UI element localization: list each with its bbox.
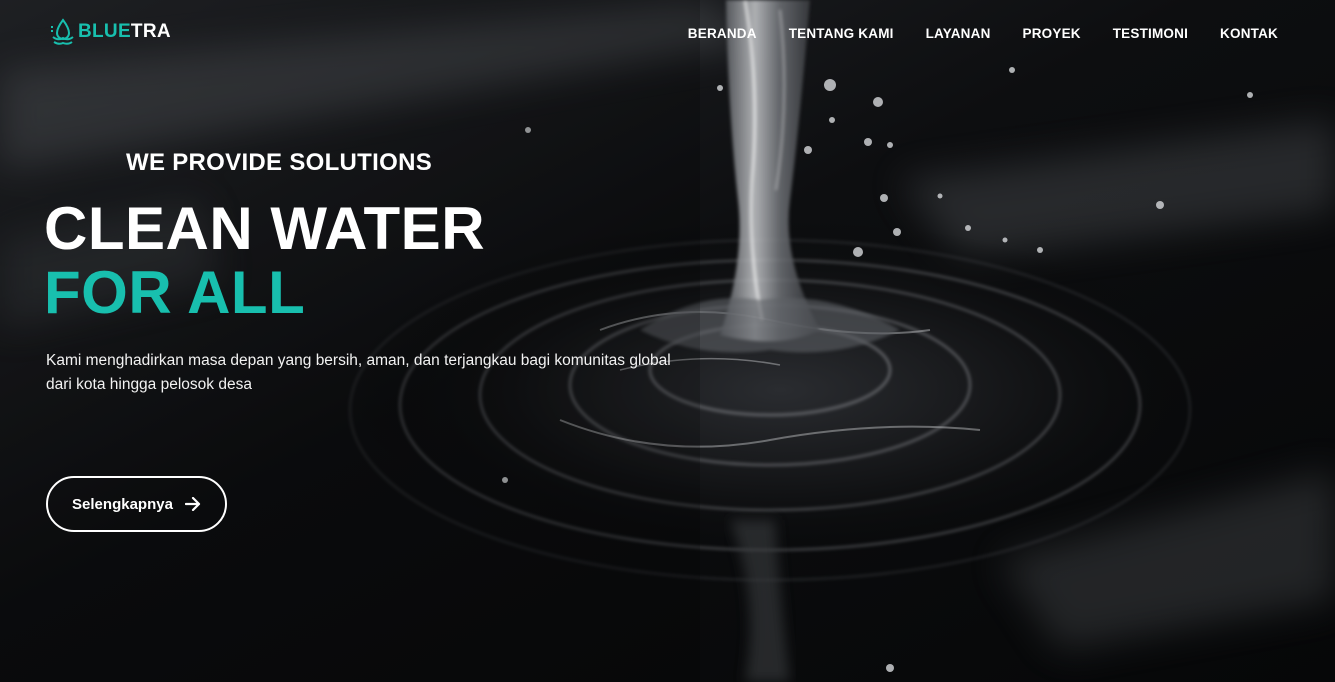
brand-name-part1: BLUE: [78, 21, 131, 42]
nav-item-kontak[interactable]: KONTAK: [1220, 26, 1278, 41]
nav-item-beranda[interactable]: BERANDA: [688, 26, 757, 41]
brand-name-part2: TRA: [130, 21, 171, 42]
hero-title-line1: CLEAN WATER: [44, 195, 486, 262]
nav-item-proyek[interactable]: PROYEK: [1023, 26, 1081, 41]
nav-item-layanan[interactable]: LAYANAN: [926, 26, 991, 41]
brand-name: BLUETRA: [78, 21, 171, 43]
arrow-right-icon: [184, 497, 201, 511]
hero-title-line2: FOR ALL: [44, 259, 306, 326]
nav-item-tentang-kami[interactable]: TENTANG KAMI: [789, 26, 894, 41]
hero-subheading: WE PROVIDE SOLUTIONS: [126, 149, 433, 176]
hero-description: Kami menghadirkan masa depan yang bersih…: [46, 352, 671, 393]
nav-item-testimoni[interactable]: TESTIMONI: [1113, 26, 1188, 41]
main-navigation: BERANDA TENTANG KAMI LAYANAN PROYEK TEST…: [688, 26, 1278, 41]
selengkapnya-button[interactable]: Selengkapnya: [46, 476, 227, 532]
cta-button-label: Selengkapnya: [72, 495, 173, 513]
navbar: BLUETRA BERANDA TENTANG KAMI LAYANAN PRO…: [0, 0, 1335, 68]
hero-background-water-image: [0, 0, 1335, 682]
brand-logo[interactable]: BLUETRA: [50, 18, 171, 46]
water-drop-logo-icon: [51, 18, 74, 45]
